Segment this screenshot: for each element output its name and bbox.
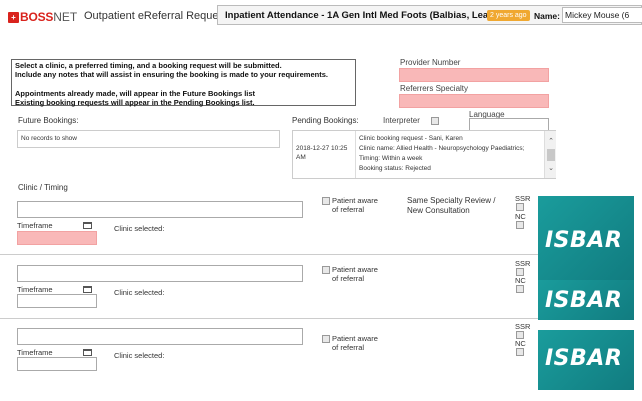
logo-mark-icon: + <box>8 11 19 23</box>
provider-number-input[interactable] <box>399 68 549 82</box>
scrollbar-thumb[interactable] <box>547 149 555 161</box>
bossnet-logo: + BOSS NET <box>8 9 77 25</box>
interpreter-checkbox[interactable] <box>431 117 439 125</box>
booking-detail-line: Clinic booking request - Sani, Karen <box>359 135 463 142</box>
app-header: + BOSS NET Outpatient eReferral Request … <box>0 0 642 34</box>
row-divider <box>0 254 538 255</box>
nc-label: NC <box>515 276 526 285</box>
pending-booking-datetime: 2018-12-27 10:25 AM <box>296 145 348 161</box>
provider-number-label: Provider Number <box>400 58 461 67</box>
ssr-checkbox[interactable] <box>516 203 524 211</box>
pending-booking-details: Clinic booking request - Sani, Karen Cli… <box>359 134 543 174</box>
patient-aware-label: Patient aware of referral <box>332 334 378 352</box>
ssr-checkbox[interactable] <box>516 268 524 276</box>
instructions-box: Select a clinic, a preferred timing, and… <box>11 59 356 107</box>
patient-aware-line: Patient aware <box>332 265 378 274</box>
future-bookings-empty-text: No records to show <box>21 135 77 142</box>
booking-detail-line: Clinic name: Allied Health - Neuropsycho… <box>359 145 525 152</box>
ssr-label: SSR <box>515 259 531 268</box>
booking-detail-line: Booking status: Rejected <box>359 165 431 172</box>
name-label: Name: <box>534 11 560 21</box>
patient-aware-line: of referral <box>332 343 365 352</box>
patient-aware-label: Patient aware of referral <box>332 196 378 214</box>
booking-detail-line: Timing: Within a week <box>359 155 423 162</box>
patient-aware-label: Patient aware of referral <box>332 265 378 283</box>
calendar-icon[interactable] <box>83 349 92 356</box>
patient-aware-checkbox[interactable] <box>322 197 330 205</box>
pending-bookings-label: Pending Bookings: <box>292 116 359 125</box>
patient-aware-line: of referral <box>332 205 365 214</box>
pending-booking-row[interactable]: 2018-12-27 10:25 AM Clinic booking reque… <box>293 131 543 178</box>
clinic-selected-label: Clinic selected: <box>114 224 165 233</box>
referrers-specialty-input[interactable] <box>399 94 549 108</box>
instruction-line: Select a clinic, a preferred timing, and… <box>15 61 282 70</box>
timeframe-label: Timeframe <box>17 348 53 357</box>
interpreter-label: Interpreter <box>383 116 420 125</box>
patient-name-field[interactable]: Mickey Mouse (6 <box>562 7 642 23</box>
pending-bookings-scrollbar[interactable]: ⌃ ⌄ <box>544 131 556 178</box>
nc-label: NC <box>515 339 526 348</box>
isbar-button[interactable]: ISBAR <box>538 196 634 280</box>
referrers-specialty-label: Referrers Specialty <box>400 84 469 93</box>
patient-aware-checkbox[interactable] <box>322 335 330 343</box>
patient-aware-checkbox[interactable] <box>322 266 330 274</box>
ssr-checkbox[interactable] <box>516 331 524 339</box>
future-bookings-list: No records to show <box>17 130 280 148</box>
calendar-icon[interactable] <box>83 286 92 293</box>
calendar-icon[interactable] <box>83 222 92 229</box>
clinic-search-input[interactable] <box>17 328 303 345</box>
future-bookings-label: Future Bookings: <box>18 116 79 125</box>
scroll-up-icon[interactable]: ⌃ <box>546 137 556 147</box>
instruction-line: Include any notes that will assist in en… <box>15 70 328 79</box>
timeframe-label: Timeframe <box>17 285 53 294</box>
age-badge: 2 years ago <box>487 10 530 21</box>
timeframe-label: Timeframe <box>17 221 53 230</box>
isbar-button[interactable]: ISBAR <box>538 280 634 320</box>
ssr-label: SSR <box>515 322 531 331</box>
patient-banner: Inpatient Attendance - 1A Gen Intl Med F… <box>217 5 642 25</box>
logo-text-boss: BOSS <box>20 10 54 24</box>
timeframe-input[interactable] <box>17 231 97 245</box>
nc-label: NC <box>515 212 526 221</box>
patient-aware-line: of referral <box>332 274 365 283</box>
ssr-label: SSR <box>515 194 531 203</box>
clinic-search-input[interactable] <box>17 265 303 282</box>
clinic-timing-label: Clinic / Timing <box>18 183 68 192</box>
instruction-line: Existing booking requests will appear in… <box>15 98 255 107</box>
logo-text-net: NET <box>53 10 78 24</box>
app-title: Outpatient eReferral Request <box>84 10 228 22</box>
patient-aware-line: Patient aware <box>332 196 378 205</box>
instruction-line: Appointments already made, will appear i… <box>15 89 256 98</box>
column-divider <box>355 131 356 178</box>
nc-checkbox[interactable] <box>516 221 524 229</box>
timeframe-input[interactable] <box>17 357 97 371</box>
same-specialty-line: Same Specialty Review / <box>407 196 496 205</box>
row-divider <box>0 318 538 319</box>
clinic-selected-label: Clinic selected: <box>114 288 165 297</box>
patient-aware-line: Patient aware <box>332 334 378 343</box>
nc-checkbox[interactable] <box>516 285 524 293</box>
nc-checkbox[interactable] <box>516 348 524 356</box>
same-specialty-line: New Consultation <box>407 206 470 215</box>
patient-encounter-info: Inpatient Attendance - 1A Gen Intl Med F… <box>225 10 509 21</box>
isbar-button[interactable]: ISBAR <box>538 330 634 390</box>
same-specialty-heading: Same Specialty Review / New Consultation <box>407 196 495 216</box>
clinic-selected-label: Clinic selected: <box>114 351 165 360</box>
scroll-down-icon[interactable]: ⌄ <box>546 164 556 174</box>
clinic-search-input[interactable] <box>17 201 303 218</box>
pending-bookings-list: 2018-12-27 10:25 AM Clinic booking reque… <box>292 130 556 179</box>
timeframe-input[interactable] <box>17 294 97 308</box>
